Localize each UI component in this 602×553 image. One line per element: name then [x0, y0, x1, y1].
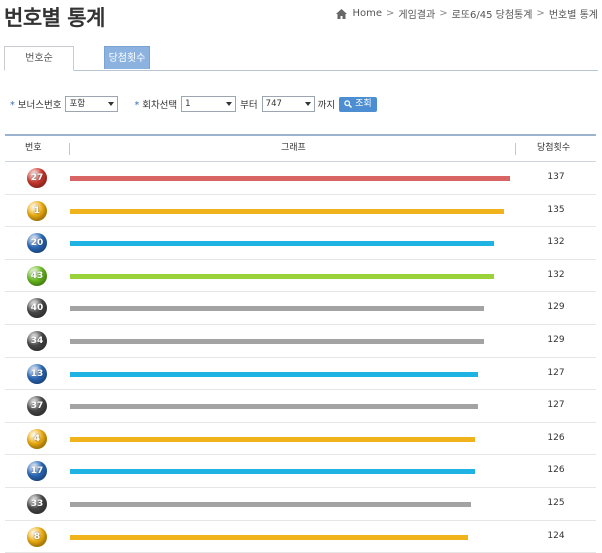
table-row: 37 127: [5, 390, 596, 423]
win-count: 127: [547, 367, 565, 378]
table-row: 20 132: [5, 227, 596, 260]
frequency-bar: [70, 469, 475, 475]
table-row: 4 126: [5, 423, 596, 456]
breadcrumb-game-results[interactable]: 게임결과: [398, 6, 435, 21]
breadcrumb-home[interactable]: Home: [352, 8, 382, 19]
frequency-bar: [70, 306, 485, 312]
bonus-label-text: 보너스번호: [17, 100, 62, 111]
table-row: 33 125: [5, 488, 596, 521]
frequency-bar: [70, 371, 478, 377]
win-count: 137: [547, 172, 565, 182]
header-divider: [69, 143, 70, 155]
breadcrumb: Home > 게임결과 > 로또6/45 당첨통계 > 번호별 통계: [336, 6, 598, 21]
lotto-ball: 37: [27, 396, 47, 417]
lotto-ball: 27: [27, 168, 47, 188]
filter-bar: * 보너스번호 포함 * 회차선택 1 부터 747 까지 조회: [10, 96, 377, 112]
tab-bar: 번호순 당첨횟수순: [4, 46, 598, 87]
table-row: 17 126: [5, 455, 596, 488]
frequency-bar: [70, 273, 494, 279]
table-row: 40 129: [5, 292, 596, 325]
round-from-value: 1: [185, 99, 191, 109]
lotto-ball: 34: [27, 330, 47, 351]
win-count: 132: [547, 237, 565, 248]
breadcrumb-separator: >: [536, 8, 545, 19]
table-row: 34 129: [5, 325, 596, 358]
breadcrumb-current: 번호별 통계: [548, 10, 598, 21]
win-count: 127: [547, 400, 565, 411]
tab-by-frequency[interactable]: 당첨횟수순: [104, 46, 150, 87]
round-label: * 회차선택: [134, 97, 177, 111]
chevron-down-icon: [304, 102, 311, 106]
from-label: 부터: [240, 100, 258, 111]
tab-by-number[interactable]: 번호순: [4, 46, 74, 71]
table-row: 8 124: [5, 521, 596, 553]
round-label-text: 회차선택: [142, 100, 178, 111]
bonus-select-value: 포함: [69, 99, 86, 109]
round-to-value: 747: [265, 99, 282, 109]
lotto-ball: 17: [27, 461, 47, 482]
win-count: 126: [547, 432, 565, 443]
win-count: 125: [547, 497, 565, 508]
round-to-select[interactable]: 747: [261, 96, 315, 112]
table-header: 번호 그래프 당첨횟수: [5, 136, 596, 162]
lotto-ball: 1: [27, 200, 47, 221]
chevron-down-icon: [226, 102, 233, 106]
table-row: 43 132: [5, 260, 596, 293]
round-from-select[interactable]: 1: [181, 96, 237, 112]
lotto-ball: 43: [27, 265, 47, 286]
stats-table: 번호 그래프 당첨횟수 27 137 1 135 20 132 43 132 40 129 34 12…: [5, 134, 596, 553]
home-icon: [336, 8, 348, 19]
bonus-label: * 보너스번호: [10, 97, 61, 111]
lotto-ball: 33: [27, 493, 47, 514]
frequency-bar: [70, 404, 478, 410]
frequency-bar: [70, 534, 469, 540]
frequency-bar: [70, 338, 485, 344]
win-count: 129: [547, 334, 565, 345]
win-count: 135: [547, 204, 565, 215]
frequency-bar: [70, 208, 504, 214]
lotto-ball: 4: [27, 428, 47, 449]
required-marker: *: [134, 100, 140, 111]
search-icon: [344, 100, 353, 108]
frequency-bar: [70, 241, 494, 247]
lotto-ball: 20: [27, 233, 47, 254]
page-title: 번호별 통계: [4, 6, 105, 30]
header-divider: [515, 143, 516, 155]
breadcrumb-lotto-stats[interactable]: 로또6/45 당첨통계: [452, 6, 533, 21]
table-body: 27 137 1 135 20 132 43 132 40 129 34 129 13 127 37 127 4…: [5, 162, 596, 553]
lotto-ball: 13: [27, 363, 47, 384]
win-count: 126: [547, 465, 565, 476]
lotto-ball: 40: [27, 298, 47, 319]
frequency-bar: [70, 436, 475, 442]
breadcrumb-separator: >: [439, 8, 448, 19]
win-count: 132: [547, 269, 565, 280]
search-button[interactable]: 조회: [339, 96, 377, 112]
frequency-bar: [70, 501, 472, 507]
table-row: 1 135: [5, 195, 596, 228]
header-graph: 그래프: [281, 143, 306, 153]
search-button-label: 조회: [355, 98, 372, 109]
breadcrumb-separator: >: [385, 8, 395, 19]
header-number: 번호: [25, 143, 42, 153]
lotto-ball: 8: [27, 526, 47, 547]
chevron-down-icon: [108, 102, 115, 106]
bonus-select[interactable]: 포함: [65, 96, 119, 112]
to-label: 까지: [317, 100, 336, 111]
required-marker: *: [10, 100, 15, 111]
header-count: 당첨횟수: [537, 143, 571, 153]
win-count: 124: [547, 530, 565, 541]
win-count: 129: [547, 302, 565, 313]
frequency-bar: [70, 176, 510, 181]
table-row: 27 137: [5, 162, 596, 195]
table-row: 13 127: [5, 358, 596, 391]
